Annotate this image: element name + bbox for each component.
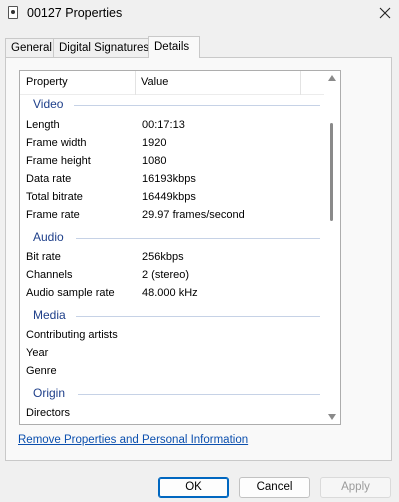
property-row[interactable]: Frame rate 29.97 frames/second — [20, 207, 320, 225]
property-name: Frame height — [26, 155, 91, 167]
property-name: Audio sample rate — [26, 287, 115, 299]
property-value: 2 (stereo) — [142, 269, 190, 281]
group-divider — [78, 394, 320, 395]
close-button[interactable] — [372, 2, 398, 24]
ok-button[interactable]: OK — [158, 477, 229, 498]
group-divider — [76, 238, 320, 239]
dialog-footer: OK Cancel Apply — [0, 465, 399, 502]
scroll-up-arrow-icon[interactable] — [328, 75, 336, 81]
tab-details[interactable]: Details — [148, 36, 200, 58]
group-divider — [74, 105, 320, 106]
group-title: Origin — [33, 386, 66, 400]
video-file-icon — [8, 6, 18, 19]
property-row[interactable]: Channels 2 (stereo) — [20, 267, 320, 285]
group-title: Video — [33, 97, 64, 111]
group-header-media[interactable]: Media — [20, 307, 320, 325]
group-divider — [76, 316, 320, 317]
property-value: 1080 — [142, 155, 167, 167]
property-name: Contributing artists — [26, 329, 118, 341]
property-row[interactable]: Frame height 1080 — [20, 153, 320, 171]
group-title: Media — [33, 308, 66, 322]
property-row[interactable]: Frame width 1920 — [20, 135, 320, 153]
property-list[interactable]: Property Value Video Length 00:17:13 Fra… — [19, 70, 341, 425]
group-title: Audio — [33, 230, 64, 244]
property-value: 256kbps — [142, 251, 184, 263]
property-name: Genre — [26, 365, 57, 377]
property-name: Frame width — [26, 137, 87, 149]
property-row[interactable]: Contributing artists — [20, 327, 320, 345]
property-name: Data rate — [26, 173, 72, 185]
column-divider[interactable] — [135, 71, 136, 95]
column-divider[interactable] — [300, 71, 301, 95]
window-title: 00127 Properties — [27, 6, 123, 20]
details-panel: Property Value Video Length 00:17:13 Fra… — [5, 57, 392, 461]
cancel-button[interactable]: Cancel — [239, 477, 310, 498]
column-header-property[interactable]: Property — [26, 76, 68, 88]
property-row[interactable]: Year — [20, 345, 320, 363]
property-row[interactable]: Directors — [20, 405, 320, 423]
scrollbar-thumb[interactable] — [330, 123, 333, 221]
property-value: 16449kbps — [142, 191, 196, 203]
property-name: Directors — [26, 407, 71, 419]
property-row[interactable]: Total bitrate 16449kbps — [20, 189, 320, 207]
tab-digital-signatures[interactable]: Digital Signatures — [53, 38, 149, 57]
property-row[interactable]: Audio sample rate 48.000 kHz — [20, 285, 320, 303]
vertical-scrollbar[interactable] — [324, 71, 340, 424]
property-row[interactable]: Data rate 16193kbps — [20, 171, 320, 189]
property-value: 00:17:13 — [142, 119, 185, 131]
apply-button[interactable]: Apply — [320, 477, 391, 498]
property-value: 1920 — [142, 137, 167, 149]
scroll-down-arrow-icon[interactable] — [328, 414, 336, 420]
group-header-audio[interactable]: Audio — [20, 229, 320, 247]
tab-general[interactable]: General — [5, 38, 54, 57]
property-name: Bit rate — [26, 251, 61, 263]
remove-properties-link[interactable]: Remove Properties and Personal Informati… — [18, 434, 248, 446]
property-value: 48.000 kHz — [142, 287, 198, 299]
property-name: Frame rate — [26, 209, 80, 221]
title-bar: 00127 Properties — [0, 0, 399, 28]
column-header-value[interactable]: Value — [141, 76, 168, 88]
list-header: Property Value — [20, 71, 324, 95]
property-row[interactable]: Length 00:17:13 — [20, 117, 320, 135]
property-name: Length — [26, 119, 60, 131]
property-name: Channels — [26, 269, 73, 281]
property-name: Total bitrate — [26, 191, 83, 203]
property-row[interactable]: Genre — [20, 363, 320, 381]
property-value: 29.97 frames/second — [142, 209, 245, 221]
property-value: 16193kbps — [142, 173, 196, 185]
property-name: Year — [26, 347, 49, 359]
group-header-video[interactable]: Video — [20, 96, 320, 114]
property-row[interactable]: Bit rate 256kbps — [20, 249, 320, 267]
close-icon — [379, 7, 391, 19]
group-header-origin[interactable]: Origin — [20, 385, 320, 403]
